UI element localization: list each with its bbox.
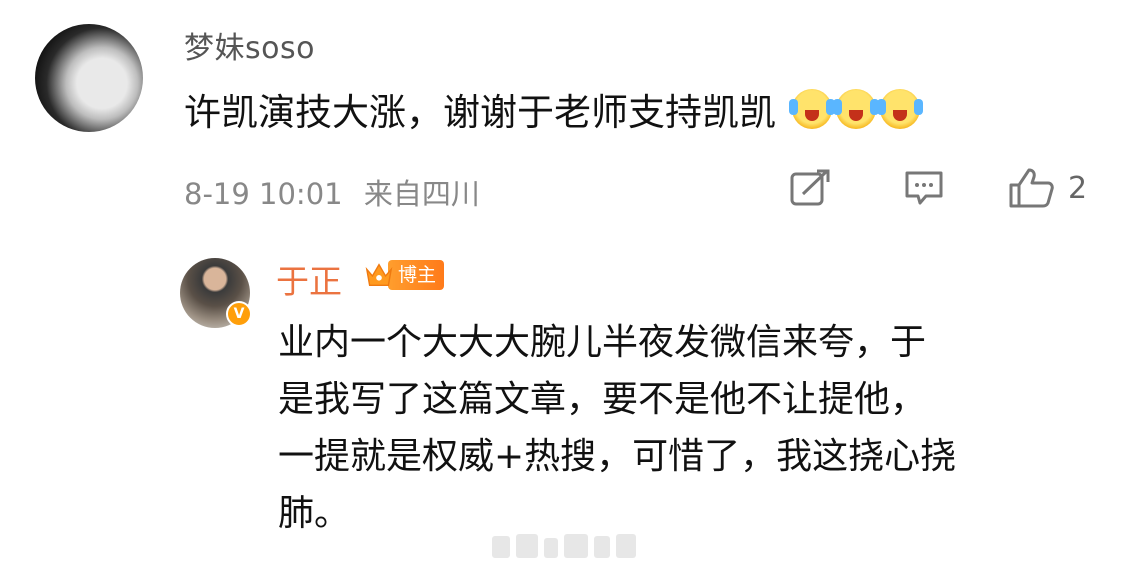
reply-username[interactable]: 于正 bbox=[276, 255, 342, 303]
user-avatar[interactable] bbox=[35, 24, 143, 132]
reply-line: 业内一个大大大腕儿半夜发微信来夸，于 bbox=[278, 322, 927, 363]
comment-meta: 8-19 10:01 来自四川 bbox=[184, 171, 480, 213]
crying-laughing-emoji-icon bbox=[876, 89, 923, 129]
comment-body: 许凯演技大涨，谢谢于老师支持凯凯 bbox=[184, 82, 923, 136]
verified-v-icon: V bbox=[226, 301, 252, 327]
reply-line: 一提就是权威+热搜，可惜了，我这挠心挠 bbox=[278, 436, 957, 477]
comment-username[interactable]: 梦妹soso bbox=[184, 23, 315, 67]
reply-line: 是我写了这篇文章，要不是他不让提他， bbox=[278, 379, 927, 420]
reply-button[interactable] bbox=[904, 168, 944, 208]
crying-laughing-emoji-icon bbox=[832, 89, 879, 129]
comment-text: 许凯演技大涨，谢谢于老师支持凯凯 bbox=[184, 91, 776, 134]
crown-icon bbox=[365, 263, 393, 287]
like-count: 2 bbox=[1068, 170, 1088, 206]
badge-label: 博主 bbox=[388, 260, 445, 290]
watermark bbox=[492, 530, 652, 558]
reply-line: 肺。 bbox=[278, 493, 351, 534]
share-icon bbox=[790, 169, 830, 206]
thumbs-up-icon bbox=[1009, 168, 1054, 208]
reply-body: 业内一个大大大腕儿半夜发微信来夸，于 是我写了这篇文章，要不是他不让提他， 一提… bbox=[278, 314, 1098, 542]
comment-date: 8-19 10:01 bbox=[184, 177, 343, 211]
comment-location: 来自四川 bbox=[363, 177, 480, 211]
blogger-badge: 博主 bbox=[364, 258, 445, 292]
emoji-group bbox=[788, 89, 923, 129]
crying-laughing-emoji-icon bbox=[788, 89, 835, 129]
like-button[interactable]: 2 bbox=[1008, 168, 1087, 208]
share-button[interactable] bbox=[789, 168, 831, 208]
comment-icon bbox=[905, 171, 943, 205]
